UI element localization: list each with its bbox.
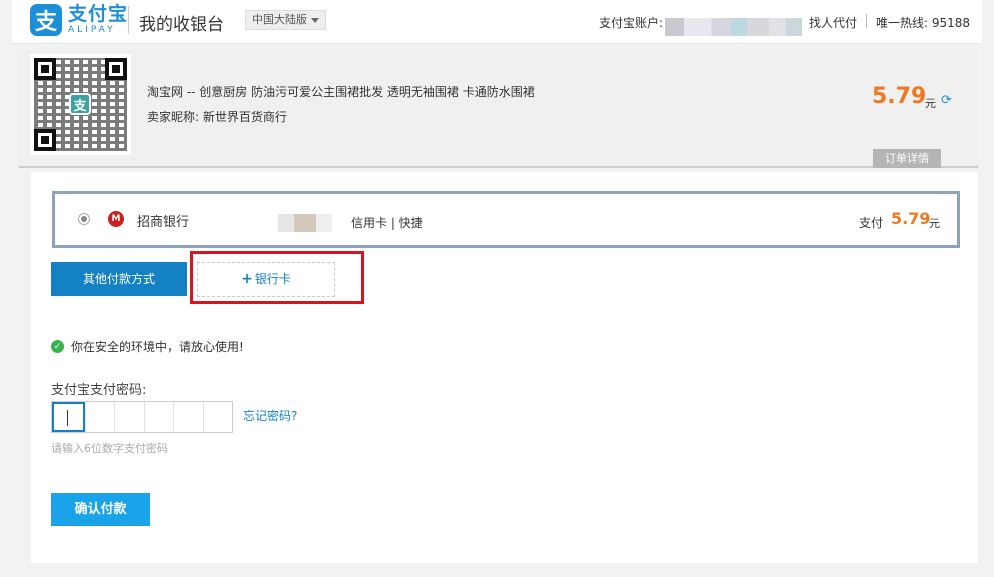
product-name: 淘宝网 -- 创意厨房 防油污可爱公主围裙批发 透明无袖围裙 卡通防水围裙 — [147, 85, 535, 99]
hotline-text: 唯一热线: 95188 — [876, 16, 971, 30]
card-type: 信用卡 | 快捷 — [351, 216, 423, 230]
qr-code-icon: 支 — [30, 54, 131, 155]
other-payment-methods-button[interactable]: 其他付款方式 — [51, 262, 187, 296]
region-selector[interactable]: 中国大陆版 — [245, 10, 326, 30]
logo-en: ALIPAY — [68, 25, 116, 35]
bank-name: 招商银行 — [137, 215, 190, 230]
confirm-payment-button[interactable]: 确认付款 — [51, 493, 150, 526]
chevron-down-icon — [311, 17, 319, 23]
header-divider — [866, 14, 867, 28]
page-title: 我的收银台 — [139, 15, 224, 35]
password-hint: 请输入6位数字支付密码 — [51, 442, 168, 455]
cmb-bank-icon: M — [108, 211, 124, 227]
qr-finder-top-right — [105, 58, 127, 80]
account-name-masked — [665, 18, 802, 36]
qr-finder-bottom-left — [34, 129, 56, 151]
order-price: 5.79 — [872, 84, 927, 109]
pay-unit: 元 — [929, 217, 940, 230]
password-digit-2[interactable] — [84, 402, 115, 432]
region-label: 中国大陆版 — [252, 13, 307, 26]
top-header: 支 支付宝 ALIPAY 我的收银台 中国大陆版 支付宝账户: 找人代付 唯一热… — [12, 0, 982, 44]
alipay-logo-icon: 支 — [30, 4, 62, 36]
order-summary: 支 淘宝网 -- 创意厨房 防油污可爱公主围裙批发 透明无袖围裙 卡通防水围裙 … — [19, 50, 978, 168]
card-number-masked — [278, 214, 332, 232]
password-digit-1[interactable] — [52, 402, 85, 432]
order-details-tab[interactable]: 订单详情 — [873, 149, 941, 168]
secure-text: 你在安全的环境中，请放心使用! — [71, 340, 244, 354]
password-digit-3[interactable] — [114, 402, 144, 432]
pay-label: 支付 — [859, 216, 884, 230]
logo-divider — [128, 6, 129, 34]
radio-icon[interactable] — [78, 213, 90, 225]
logo-text: 支付宝 ALIPAY — [68, 5, 128, 35]
add-bank-card-button[interactable]: + 银行卡 — [197, 262, 335, 297]
logo-cn: 支付宝 — [68, 3, 129, 25]
seller-name: 卖家昵称: 新世界百货商行 — [147, 110, 287, 124]
refresh-icon[interactable]: ⟳ — [941, 93, 952, 108]
account-label: 支付宝账户: — [599, 16, 664, 30]
password-digit-4[interactable] — [143, 402, 174, 432]
find-proxy-link[interactable]: 找人代付 — [809, 14, 857, 31]
add-card-label: 银行卡 — [254, 272, 291, 286]
forgot-password-link[interactable]: 忘记密码? — [243, 407, 297, 424]
qr-finder-top-left — [34, 58, 56, 80]
password-digit-5[interactable] — [173, 402, 203, 432]
alipay-logo[interactable]: 支 支付宝 ALIPAY — [30, 4, 128, 36]
check-circle-icon: ✓ — [51, 340, 64, 353]
secure-notice: ✓ 你在安全的环境中，请放心使用! — [51, 338, 244, 355]
order-price-unit: 元 — [925, 97, 936, 110]
password-digit-6[interactable] — [202, 402, 233, 432]
pay-amount: 5.79 — [891, 209, 931, 228]
password-label: 支付宝支付密码: — [51, 383, 147, 398]
payment-panel: M 招商银行 信用卡 | 快捷 支付 5.79 元 其他付款方式 + 银行卡 ✓ … — [31, 172, 978, 563]
qr-center-logo: 支 — [69, 93, 91, 115]
selected-bank-card[interactable]: M 招商银行 信用卡 | 快捷 支付 5.79 元 — [52, 191, 960, 248]
plus-icon: + — [241, 271, 253, 287]
password-input[interactable] — [51, 401, 233, 433]
